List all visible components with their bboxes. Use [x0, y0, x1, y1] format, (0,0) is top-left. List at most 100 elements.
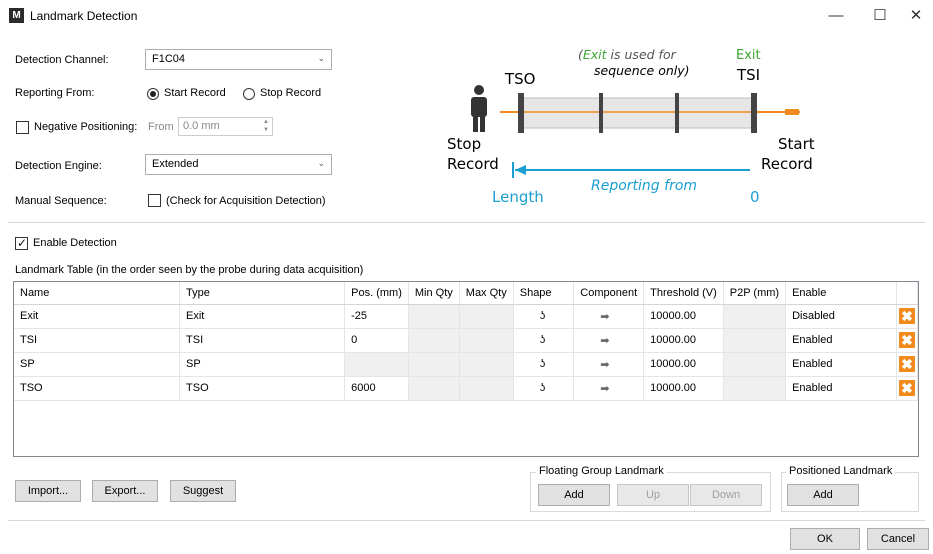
cell-max — [459, 376, 514, 401]
detection-engine-value: Extended — [152, 158, 199, 170]
spinner-arrows-icon[interactable]: ▲ ▼ — [263, 118, 269, 134]
delete-x-icon[interactable]: ✖ — [898, 308, 915, 324]
negative-positioning-checkbox[interactable] — [16, 121, 29, 134]
cell-type[interactable]: SP — [179, 352, 346, 377]
cell-pos[interactable]: -25 — [344, 304, 409, 329]
wave-shape-icon[interactable]: ʖ — [513, 328, 575, 353]
chevron-down-icon: ⌄ — [317, 158, 325, 168]
cell-pos[interactable]: 6000 — [344, 376, 409, 401]
enable-detection-label: Enable Detection — [33, 237, 117, 249]
table-row[interactable]: TSO TSO 6000 ʖ ➡ 10000.00 Enabled ✖ — [14, 376, 918, 401]
person-icon — [471, 85, 487, 132]
cell-name[interactable]: SP — [14, 352, 181, 377]
marker-line — [599, 93, 603, 133]
cell-max — [459, 304, 514, 329]
cell-enable[interactable]: Enabled — [785, 352, 897, 377]
cell-enable[interactable]: Disabled — [785, 304, 897, 329]
section-divider — [8, 222, 925, 223]
stop-label: Stop — [447, 135, 481, 153]
tsi-label: TSI — [736, 66, 760, 84]
delete-x-icon[interactable]: ✖ — [898, 332, 915, 348]
from-label: From — [148, 121, 174, 133]
exit-label: Exit — [736, 48, 761, 63]
col-header[interactable]: Threshold (V) — [643, 282, 724, 305]
exit-note-2: sequence only) — [594, 63, 690, 78]
floating-down-button[interactable]: Down — [690, 484, 762, 506]
col-header[interactable]: Enable — [785, 282, 897, 305]
cell-name[interactable]: TSI — [14, 328, 181, 353]
cell-threshold[interactable]: 10000.00 — [643, 352, 724, 377]
cell-threshold[interactable]: 10000.00 — [643, 328, 724, 353]
marker-line — [675, 93, 679, 133]
positioned-landmark-title: Positioned Landmark — [786, 465, 896, 477]
exit-note-exit: Exit — [583, 47, 608, 62]
import-button[interactable]: Import... — [15, 480, 81, 502]
wave-shape-icon[interactable]: ʖ — [513, 352, 575, 377]
cell-type[interactable]: Exit — [179, 304, 346, 329]
col-header[interactable]: Min Qty — [408, 282, 460, 305]
detection-channel-select[interactable]: F1C04 ⌄ — [145, 49, 332, 70]
delete-x-icon[interactable]: ✖ — [898, 356, 915, 372]
wave-shape-icon[interactable]: ʖ — [513, 376, 575, 401]
negative-position-value: 0.0 mm — [183, 120, 220, 132]
table-row[interactable]: Exit Exit -25 ʖ ➡ 10000.00 Disabled ✖ — [14, 304, 918, 329]
reporting-from-diagram-label: Reporting from — [591, 178, 697, 194]
cell-type[interactable]: TSI — [179, 328, 346, 353]
detection-channel-label: Detection Channel: — [15, 54, 109, 66]
negative-position-field[interactable]: 0.0 mm ▲ ▼ — [178, 117, 273, 136]
export-button[interactable]: Export... — [92, 480, 158, 502]
cell-name[interactable]: TSO — [14, 376, 181, 401]
cell-p2p — [723, 376, 787, 401]
col-header[interactable]: Component — [573, 282, 645, 305]
col-header[interactable]: Pos. (mm) — [344, 282, 409, 305]
cell-threshold[interactable]: 10000.00 — [643, 376, 724, 401]
start-record-radio[interactable] — [147, 88, 159, 100]
cell-enable[interactable]: Enabled — [785, 328, 897, 353]
right-arrow-icon[interactable]: ➡ — [573, 304, 645, 329]
floating-add-button[interactable]: Add — [538, 484, 610, 506]
manual-sequence-checkbox[interactable] — [148, 194, 161, 207]
cell-p2p — [723, 352, 787, 377]
cell-name[interactable]: Exit — [14, 304, 181, 329]
table-row[interactable]: SP SP ʖ ➡ 10000.00 Enabled ✖ — [14, 352, 918, 377]
exit-note-1: is used for — [611, 47, 677, 62]
tsi-marker — [751, 93, 757, 133]
col-header[interactable]: P2P (mm) — [723, 282, 787, 305]
right-arrow-icon[interactable]: ➡ — [573, 328, 645, 353]
svg-text:(Exit is used for: (Exit is used for — [578, 47, 677, 62]
floating-group-title: Floating Group Landmark — [536, 465, 667, 477]
minimize-button[interactable]: — — [818, 0, 854, 31]
positioned-add-button[interactable]: Add — [787, 484, 859, 506]
window-title: Landmark Detection — [30, 9, 138, 23]
table-row[interactable]: TSI TSI 0 ʖ ➡ 10000.00 Enabled ✖ — [14, 328, 918, 353]
col-header[interactable]: Shape — [513, 282, 575, 305]
wave-shape-icon[interactable]: ʖ — [513, 304, 575, 329]
col-header[interactable]: Name — [14, 282, 181, 305]
col-header[interactable]: Type — [179, 282, 346, 305]
cancel-button[interactable]: Cancel — [867, 528, 929, 550]
start-label: Start — [778, 135, 815, 153]
cell-enable[interactable]: Enabled — [785, 376, 897, 401]
zero-label: 0 — [750, 188, 760, 206]
right-arrow-icon[interactable]: ➡ — [573, 352, 645, 377]
cell-type[interactable]: TSO — [179, 376, 346, 401]
delete-x-icon[interactable]: ✖ — [898, 380, 915, 396]
right-arrow-icon[interactable]: ➡ — [573, 376, 645, 401]
suggest-button[interactable]: Suggest — [170, 480, 236, 502]
close-button[interactable]: ✕ — [898, 0, 933, 31]
col-header[interactable]: Max Qty — [459, 282, 514, 305]
cell-pos[interactable]: 0 — [344, 328, 409, 353]
cell-threshold[interactable]: 10000.00 — [643, 304, 724, 329]
footer-divider — [8, 520, 925, 521]
ok-button[interactable]: OK — [790, 528, 860, 550]
delete-cell: ✖ — [896, 352, 918, 377]
start-record-diagram-label: Record — [761, 155, 813, 173]
table-caption: Landmark Table (in the order seen by the… — [15, 264, 364, 276]
cell-max — [459, 352, 514, 377]
enable-detection-checkbox[interactable] — [15, 236, 28, 250]
stop-record-radio[interactable] — [243, 88, 255, 100]
floating-up-button[interactable]: Up — [617, 484, 689, 506]
detection-engine-select[interactable]: Extended ⌄ — [145, 154, 332, 175]
detection-engine-label: Detection Engine: — [15, 160, 102, 172]
maximize-button[interactable]: ☐ — [862, 0, 898, 31]
